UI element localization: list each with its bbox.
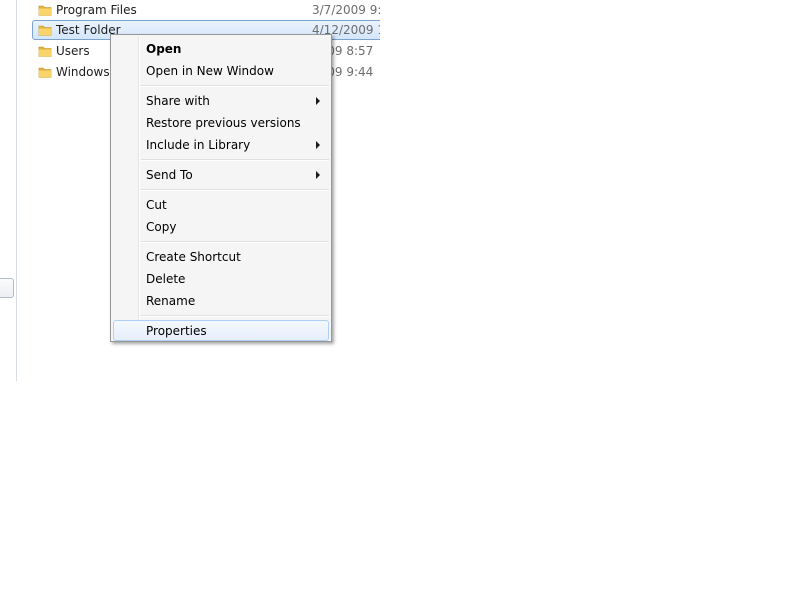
menu-item-send-to[interactable]: Send To	[113, 164, 329, 185]
menu-item-label: Restore previous versions	[146, 116, 301, 130]
menu-item-label: Copy	[146, 220, 177, 234]
menu-item-label: Include in Library	[146, 138, 251, 152]
menu-item-label: Create Shortcut	[146, 250, 241, 264]
menu-item-label: Share with	[146, 94, 210, 108]
menu-item-label: Properties	[146, 324, 207, 338]
menu-item-create-shortcut[interactable]: Create Shortcut	[113, 246, 329, 267]
menu-item-restore-previous-versions[interactable]: Restore previous versions	[113, 112, 329, 133]
menu-item-label: Delete	[146, 272, 186, 286]
menu-item-open-in-new-window[interactable]: Open in New Window	[113, 60, 329, 81]
menu-item-label: Open	[146, 42, 182, 56]
menu-item-label: Send To	[146, 168, 193, 182]
explorer-window: Program Files 3/7/2009 9:29 Test Folder …	[0, 0, 800, 601]
menu-item-copy[interactable]: Copy	[113, 216, 329, 237]
folder-icon	[38, 3, 52, 17]
menu-item-cut[interactable]: Cut	[113, 194, 329, 215]
folder-icon	[38, 65, 52, 79]
chevron-right-icon	[316, 171, 320, 179]
file-date: 3/7/2009 9:29	[312, 3, 380, 17]
menu-separator	[141, 189, 329, 191]
chevron-right-icon	[316, 97, 320, 105]
folder-icon	[38, 44, 52, 58]
menu-separator	[141, 159, 329, 161]
menu-item-include-in-library[interactable]: Include in Library	[113, 134, 329, 155]
file-name: Windows	[56, 65, 110, 79]
menu-item-share-with[interactable]: Share with	[113, 90, 329, 111]
menu-item-delete[interactable]: Delete	[113, 268, 329, 289]
menu-item-label: Cut	[146, 198, 167, 212]
pane-splitter-handle[interactable]	[0, 278, 14, 298]
menu-item-open[interactable]: Open	[113, 38, 329, 59]
file-row-program-files[interactable]: Program Files 3/7/2009 9:29	[32, 0, 380, 20]
menu-item-properties[interactable]: Properties	[113, 320, 329, 341]
file-name: Users	[56, 44, 90, 58]
menu-item-rename[interactable]: Rename	[113, 290, 329, 311]
menu-item-label: Open in New Window	[146, 64, 274, 78]
menu-separator	[141, 315, 329, 317]
chevron-right-icon	[316, 141, 320, 149]
navigation-pane-divider[interactable]	[16, 0, 17, 381]
menu-separator	[141, 85, 329, 87]
folder-icon	[38, 23, 52, 37]
menu-item-label: Rename	[146, 294, 196, 308]
file-name: Program Files	[56, 3, 137, 17]
context-menu: Open Open in New Window Share with Resto…	[110, 34, 332, 342]
menu-separator	[141, 241, 329, 243]
